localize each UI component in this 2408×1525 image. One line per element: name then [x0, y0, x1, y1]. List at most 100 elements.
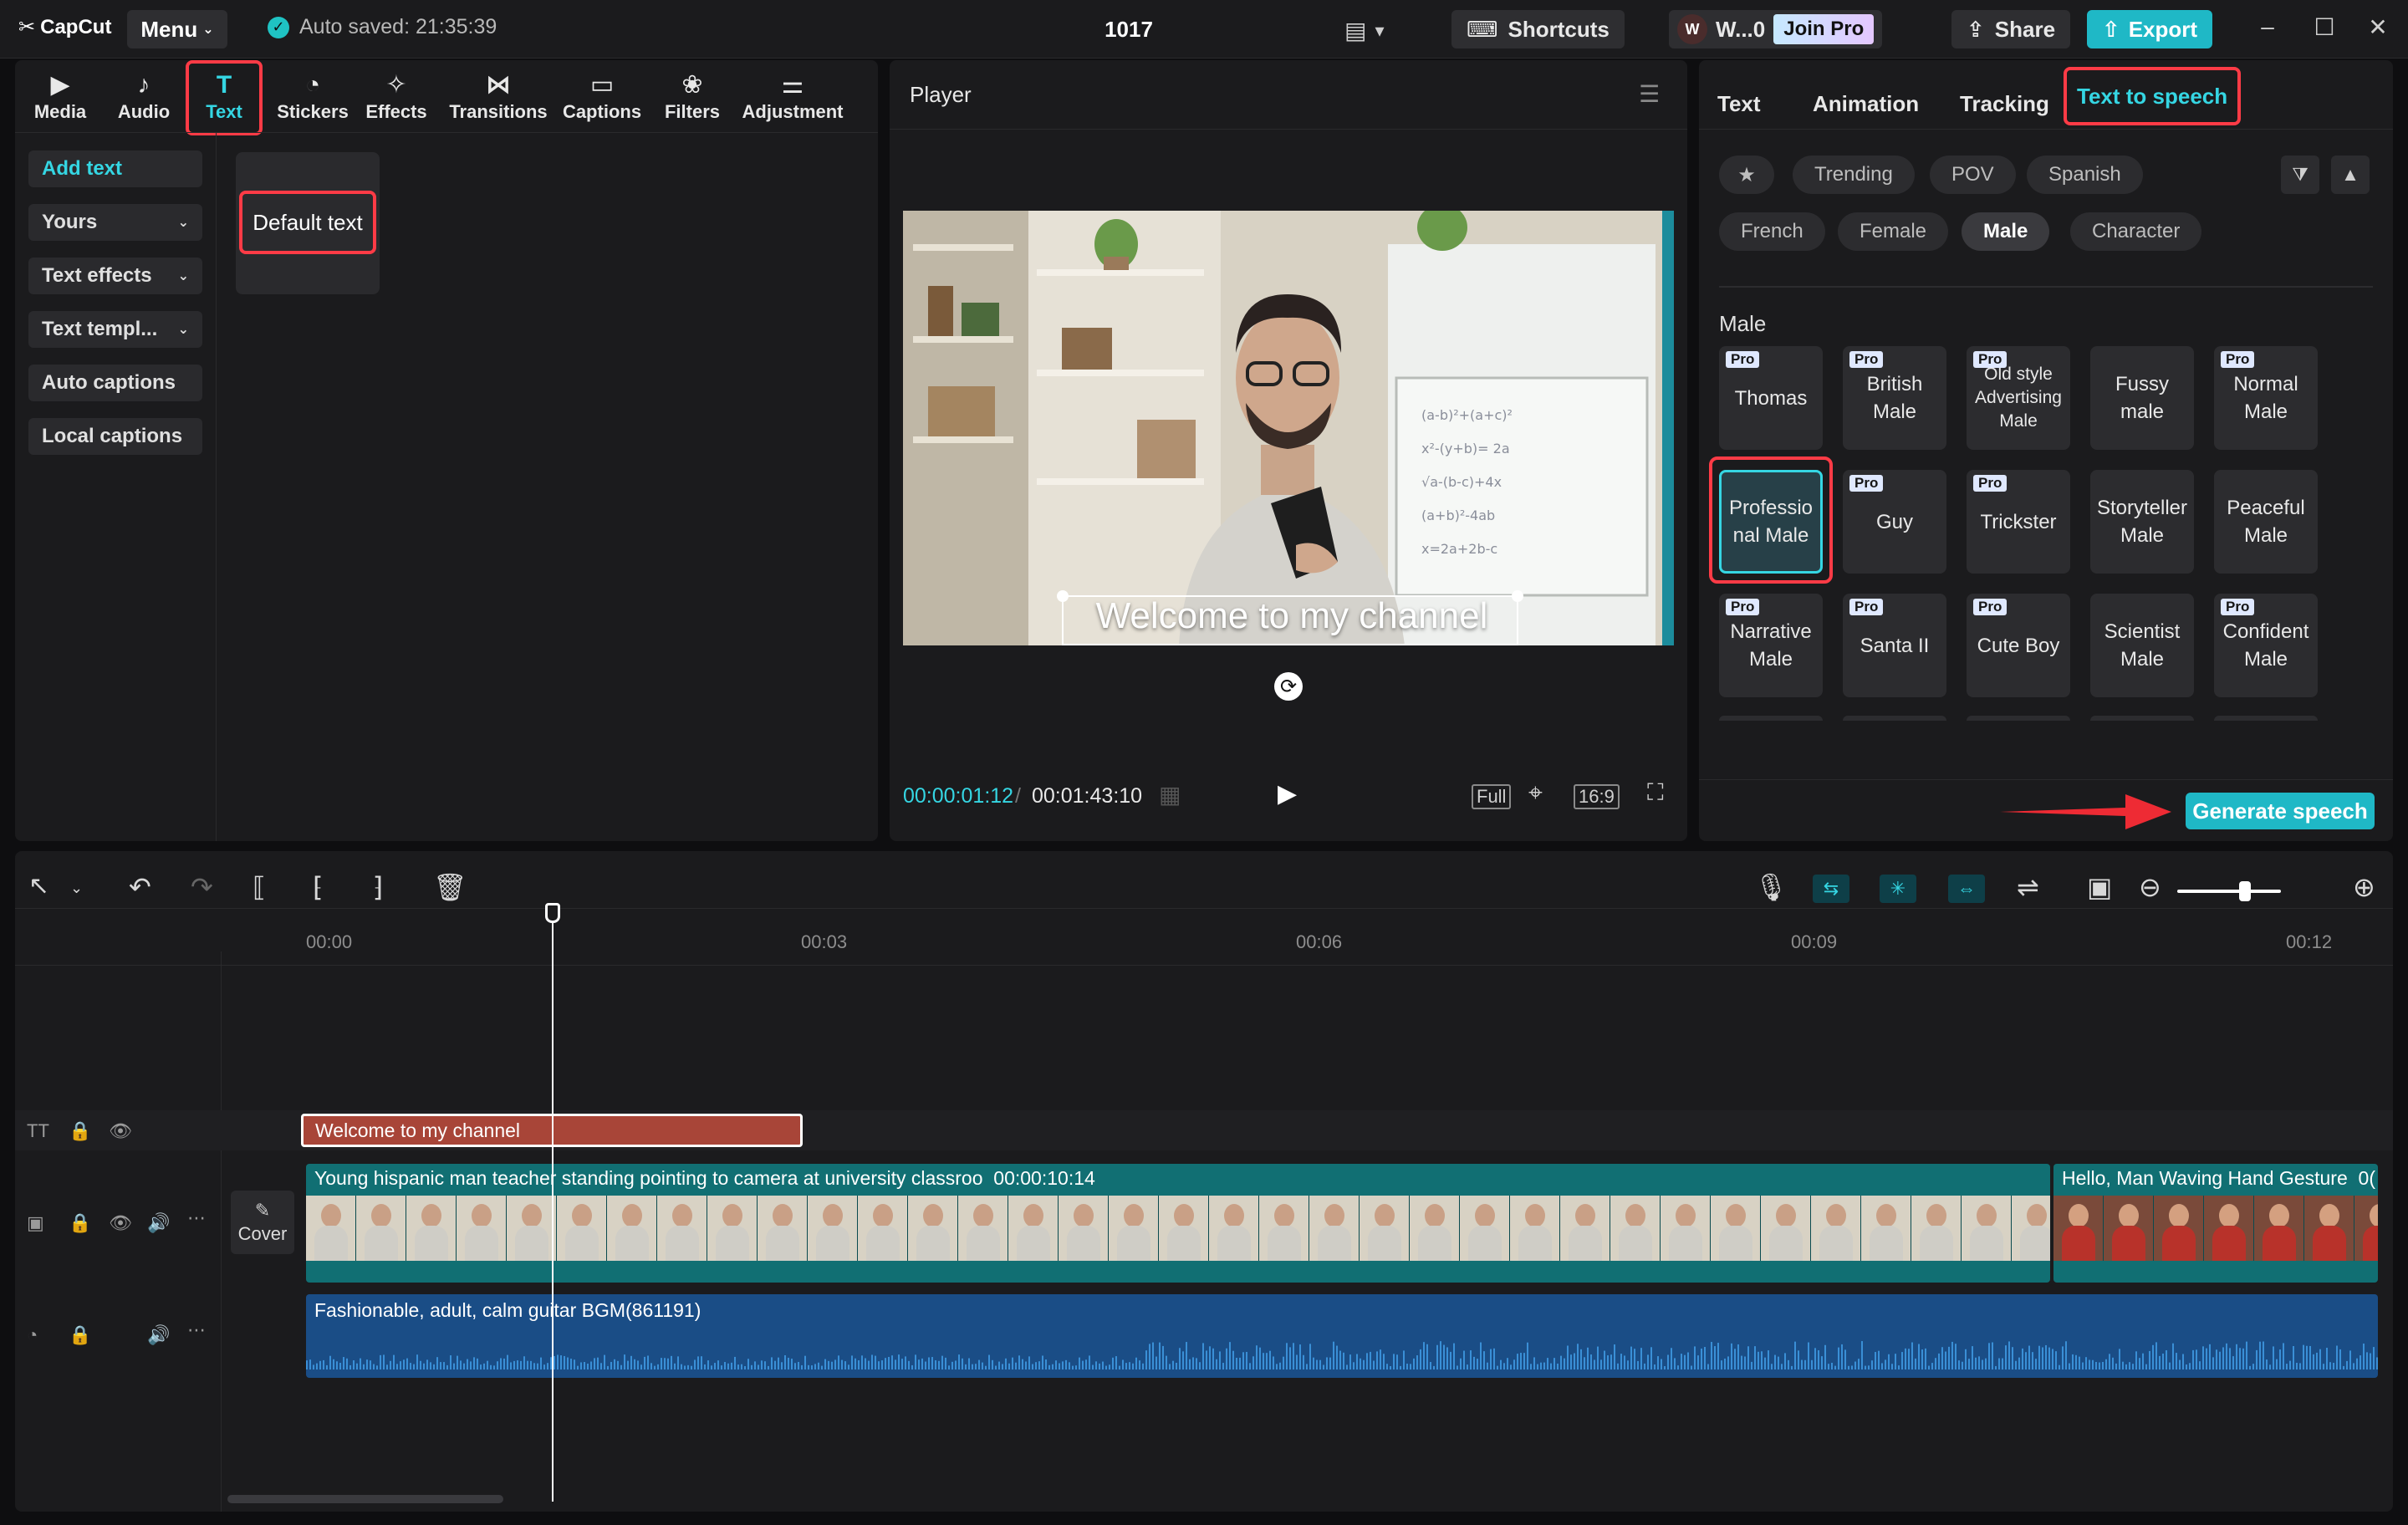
share-button[interactable]: ⇪ Share — [1951, 10, 2071, 48]
more-icon[interactable]: ⋯ — [187, 1207, 206, 1229]
zoom-fit-icon[interactable]: ⌖ — [1528, 779, 1543, 808]
layout-button[interactable]: ▤ ▾ — [1344, 17, 1385, 44]
tab-effects[interactable]: ✧ Effects — [355, 67, 438, 129]
voice-professional-male[interactable]: Professional Male — [1719, 470, 1823, 574]
hamburger-icon[interactable]: ☰ — [1639, 80, 1660, 108]
horizontal-scrollbar[interactable] — [227, 1495, 503, 1503]
chip-french[interactable]: French — [1719, 212, 1825, 251]
undo-icon[interactable]: ↶ — [129, 871, 151, 903]
voice-british-male[interactable]: Pro British Male — [1843, 346, 1946, 450]
eye-icon[interactable]: 👁 — [109, 1120, 132, 1142]
select-tool-icon[interactable]: ↖ — [28, 871, 49, 900]
video-clip[interactable]: Young hispanic man teacher standing poin… — [306, 1164, 2050, 1283]
video-clip[interactable]: Hello, Man Waving Hand Gesture 0( — [2053, 1164, 2378, 1283]
more-icon[interactable]: ⋯ — [187, 1319, 206, 1341]
zoom-slider-track[interactable] — [2177, 890, 2281, 893]
tab-tracking[interactable]: Tracking — [1948, 79, 2061, 129]
resize-handle[interactable] — [1512, 590, 1523, 602]
cover-button[interactable]: ✎ Cover — [231, 1191, 294, 1254]
main-track-magnet-icon[interactable]: ⇆ — [1813, 875, 1849, 903]
sidebar-item-yours[interactable]: Yours ⌄ — [28, 204, 202, 241]
voice-thomas[interactable]: Pro Thomas — [1719, 346, 1823, 450]
voice-scientist-male[interactable]: Scientist Male — [2090, 594, 2194, 697]
menu-button[interactable]: Menu ⌄ — [127, 10, 227, 48]
chip-female[interactable]: Female — [1838, 212, 1949, 251]
tab-adjustment[interactable]: ⚌ Adjustment — [734, 67, 851, 129]
sidebar-item-text-templates[interactable]: Text templ... ⌄ — [28, 311, 202, 348]
sidebar-item-text-effects[interactable]: Text effects ⌄ — [28, 258, 202, 294]
sidebar-item-auto-captions[interactable]: Auto captions — [28, 365, 202, 401]
voice-peaceful-male[interactable]: Peaceful Male — [2214, 470, 2318, 574]
resize-handle[interactable] — [1057, 590, 1069, 602]
volume-icon[interactable]: 🔊 — [147, 1212, 170, 1234]
linkage-icon[interactable]: ⇔ — [1948, 875, 1985, 903]
time-ruler[interactable]: 00:00 00:03 00:06 00:09 00:12 — [306, 910, 2380, 952]
thumbnail-icon[interactable]: ▣ — [2087, 871, 2112, 903]
collapse-icon[interactable]: ▲ — [2331, 156, 2370, 194]
favorites-chip[interactable]: ★ — [1719, 156, 1774, 194]
split-icon[interactable]: ⟦ — [253, 871, 266, 903]
maximize-icon[interactable]: ☐ — [2308, 13, 2341, 41]
lock-icon[interactable]: 🔒 — [69, 1120, 91, 1142]
default-text-label[interactable]: Default text — [239, 191, 376, 254]
split-right-icon[interactable]: ⁆ — [373, 871, 383, 903]
chip-character[interactable]: Character — [2070, 212, 2202, 251]
export-button[interactable]: ⇧ Export — [2087, 10, 2212, 48]
microphone-icon[interactable]: 🎙 — [1754, 871, 1788, 903]
tab-text-to-speech[interactable]: Text to speech — [2064, 67, 2242, 125]
chip-spanish[interactable]: Spanish — [2027, 156, 2143, 194]
grid-icon[interactable]: ▦ — [1159, 781, 1181, 808]
playhead-handle[interactable] — [545, 903, 560, 923]
lock-icon[interactable]: 🔒 — [69, 1212, 91, 1234]
chevron-down-icon[interactable]: ⌄ — [70, 880, 83, 897]
tab-text[interactable]: T Text — [186, 60, 263, 135]
eye-icon[interactable]: 👁 — [109, 1212, 132, 1234]
shortcuts-button[interactable]: ⌨ Shortcuts — [1451, 10, 1625, 48]
tab-audio[interactable]: ♪ Audio — [102, 67, 186, 129]
voice-santa-ii[interactable]: Pro Santa II — [1843, 594, 1946, 697]
sidebar-item-local-captions[interactable]: Local captions — [28, 418, 202, 455]
voice-guy[interactable]: Pro Guy — [1843, 470, 1946, 574]
voice-normal-male[interactable]: Pro Normal Male — [2214, 346, 2318, 450]
filter-icon[interactable]: ⧩ — [2281, 156, 2319, 194]
voice-storyteller-male[interactable]: Storyteller Male — [2090, 470, 2194, 574]
chip-pov[interactable]: POV — [1930, 156, 2016, 194]
voice-narrative-male[interactable]: Pro Narrative Male — [1719, 594, 1823, 697]
tab-captions[interactable]: ▭ Captions — [554, 67, 650, 129]
tab-stickers[interactable]: ◔ Stickers — [271, 67, 355, 129]
play-icon[interactable]: ▶ — [1278, 779, 1297, 808]
minimize-icon[interactable]: – — [2251, 13, 2284, 40]
tab-filters[interactable]: ❀ Filters — [650, 67, 734, 129]
generate-speech-button[interactable]: Generate speech — [2186, 793, 2375, 829]
lock-icon[interactable]: 🔒 — [69, 1324, 91, 1346]
audio-clip[interactable]: Fashionable, adult, calm guitar BGM(8611… — [306, 1294, 2378, 1378]
tab-transitions[interactable]: ⋈ Transitions — [443, 67, 554, 129]
playhead[interactable] — [552, 910, 554, 1502]
chip-trending[interactable]: Trending — [1793, 156, 1915, 194]
zoom-slider-thumb[interactable] — [2239, 881, 2251, 901]
zoom-in-icon[interactable]: ⊕ — [2353, 871, 2375, 903]
delete-icon[interactable]: 🗑 — [433, 871, 467, 903]
tab-text-properties[interactable]: Text — [1706, 79, 1773, 129]
full-quality-button[interactable]: Full — [1472, 784, 1512, 809]
account-area[interactable]: W W...0 Join Pro — [1669, 10, 1883, 48]
preview-axis-icon[interactable]: ⇌ — [2017, 871, 2039, 903]
rotate-icon[interactable]: ⟳ — [1274, 672, 1303, 701]
zoom-out-icon[interactable]: ⊖ — [2139, 871, 2161, 903]
video-preview[interactable]: (a-b)²+(a+c)² x²-(y+b)= 2a √a-(b-c)+4x (… — [903, 211, 1674, 645]
voice-confident-male[interactable]: Pro Confident Male — [2214, 594, 2318, 697]
tab-media[interactable]: ▶ Media — [18, 67, 102, 129]
fullscreen-icon[interactable]: ⛶ — [1647, 779, 1664, 807]
chip-male[interactable]: Male — [1962, 212, 2050, 251]
redo-icon[interactable]: ↷ — [191, 871, 213, 903]
voice-fussy-male[interactable]: Fussy male — [2090, 346, 2194, 450]
split-left-icon[interactable]: ⁅ — [313, 871, 323, 903]
close-icon[interactable]: ✕ — [2361, 13, 2395, 41]
ratio-button[interactable]: 16:9 — [1574, 784, 1620, 809]
sidebar-item-add-text[interactable]: Add text — [28, 150, 202, 187]
volume-icon[interactable]: 🔊 — [147, 1324, 170, 1346]
voice-trickster[interactable]: Pro Trickster — [1967, 470, 2070, 574]
voice-old-style-advertising-male[interactable]: Pro Old style Advertising Male — [1967, 346, 2070, 450]
join-pro-button[interactable]: Join Pro — [1773, 14, 1875, 44]
voice-cute-boy[interactable]: Pro Cute Boy — [1967, 594, 2070, 697]
